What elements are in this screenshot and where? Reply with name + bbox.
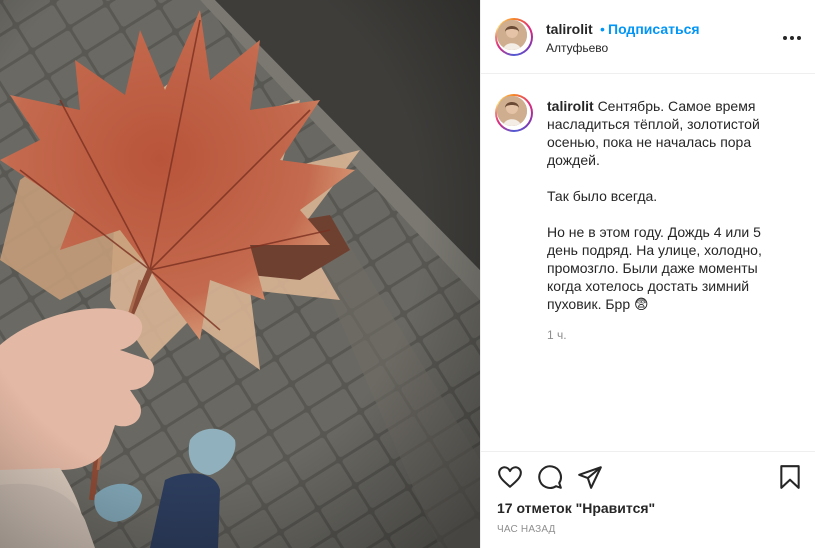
caption-text-2: Так было всегда. <box>547 188 658 204</box>
post-photo[interactable] <box>0 0 480 548</box>
post-panel: talirolit • Подписаться Алтуфьево taliro… <box>480 0 815 548</box>
location-link[interactable]: Алтуфьево <box>546 41 608 55</box>
avatar[interactable] <box>495 18 533 56</box>
fearful-emoji: 😨 <box>634 296 649 312</box>
more-horizontal-icon[interactable] <box>783 36 803 42</box>
header-username[interactable]: talirolit <box>546 21 593 37</box>
caption-avatar[interactable] <box>495 94 533 132</box>
caption-username[interactable]: talirolit <box>547 98 594 114</box>
caption-time[interactable]: 1 ч. <box>547 328 567 342</box>
post-actions: 17 отметок "Нравится" ЧАС НАЗАД <box>481 451 815 548</box>
post-header: talirolit • Подписаться Алтуфьево <box>481 0 815 74</box>
likes-count[interactable]: 17 отметок "Нравится" <box>497 500 655 516</box>
bookmark-icon[interactable] <box>777 464 803 490</box>
comment-icon[interactable] <box>537 464 563 490</box>
follow-button[interactable]: Подписаться <box>608 21 700 37</box>
posted-time[interactable]: ЧАС НАЗАД <box>497 524 556 535</box>
post-caption: talirolit Сентябрь. Самое время насладит… <box>547 97 769 313</box>
caption-text-3: Но не в этом году. Дождь 4 или 5 день по… <box>547 224 762 312</box>
separator-dot: • <box>600 21 605 37</box>
heart-icon[interactable] <box>497 464 523 490</box>
share-icon[interactable] <box>577 464 603 490</box>
